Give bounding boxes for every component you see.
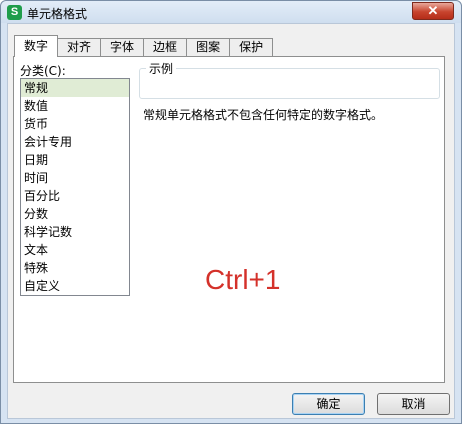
close-button[interactable]: ✕ [412,2,454,20]
category-item-general[interactable]: 常规 [21,79,129,97]
shortcut-annotation: Ctrl+1 [205,264,281,295]
category-item-date[interactable]: 日期 [21,151,129,169]
sample-box [139,68,440,99]
title-bar[interactable]: S 单元格格式 ✕ [1,1,461,23]
tab-protection[interactable]: 保护 [229,38,274,57]
dialog-title: 单元格格式 [27,7,88,21]
ok-button[interactable]: 确定 [292,393,365,415]
category-list[interactable]: 常规 数值 货币 会计专用 日期 时间 百分比 分数 科学记数 文本 特殊 自定… [20,78,130,296]
dialog-body: 数字 对齐 字体 边框 图案 保护 分类(C): 常规 数值 货币 会计专用 日… [7,23,455,419]
category-item-currency[interactable]: 货币 [21,115,129,133]
number-tab-panel: 分类(C): 常规 数值 货币 会计专用 日期 时间 百分比 分数 科学记数 文… [13,56,445,383]
close-icon: ✕ [427,3,439,18]
format-cells-dialog: S 单元格格式 ✕ 数字 对齐 字体 边框 图案 保护 分类(C): 常规 数值… [0,0,462,424]
category-item-special[interactable]: 特殊 [21,259,129,277]
category-item-text[interactable]: 文本 [21,241,129,259]
category-item-number[interactable]: 数值 [21,97,129,115]
tab-border[interactable]: 边框 [143,38,188,57]
app-logo-icon: S [7,5,22,20]
category-item-fraction[interactable]: 分数 [21,205,129,223]
format-description: 常规单元格格式不包含任何特定的数字格式。 [143,108,384,122]
tab-alignment[interactable]: 对齐 [57,38,102,57]
tab-strip: 数字 对齐 字体 边框 图案 保护 [14,35,274,57]
category-label: 分类(C): [20,64,66,78]
category-item-custom[interactable]: 自定义 [21,277,129,295]
sample-legend: 示例 [146,60,177,77]
tab-number[interactable]: 数字 [14,35,59,57]
category-item-scientific[interactable]: 科学记数 [21,223,129,241]
category-item-percentage[interactable]: 百分比 [21,187,129,205]
tab-font[interactable]: 字体 [100,38,145,57]
cancel-button[interactable]: 取消 [377,393,450,415]
category-item-accounting[interactable]: 会计专用 [21,133,129,151]
tab-pattern[interactable]: 图案 [186,38,231,57]
category-item-time[interactable]: 时间 [21,169,129,187]
